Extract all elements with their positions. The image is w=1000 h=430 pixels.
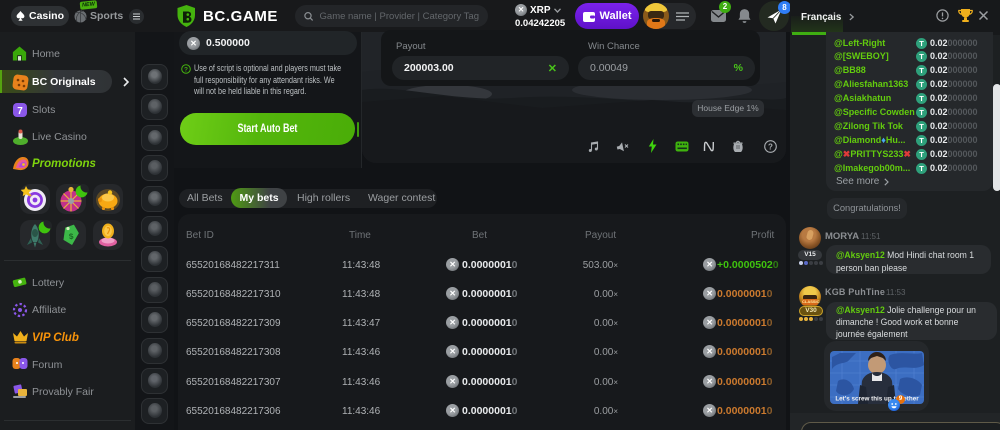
svg-text:7: 7	[17, 106, 23, 117]
svg-text:Let's screw this up together: Let's screw this up together	[835, 396, 919, 403]
svg-text:?: ?	[768, 142, 773, 151]
svg-text:?: ?	[184, 66, 188, 73]
